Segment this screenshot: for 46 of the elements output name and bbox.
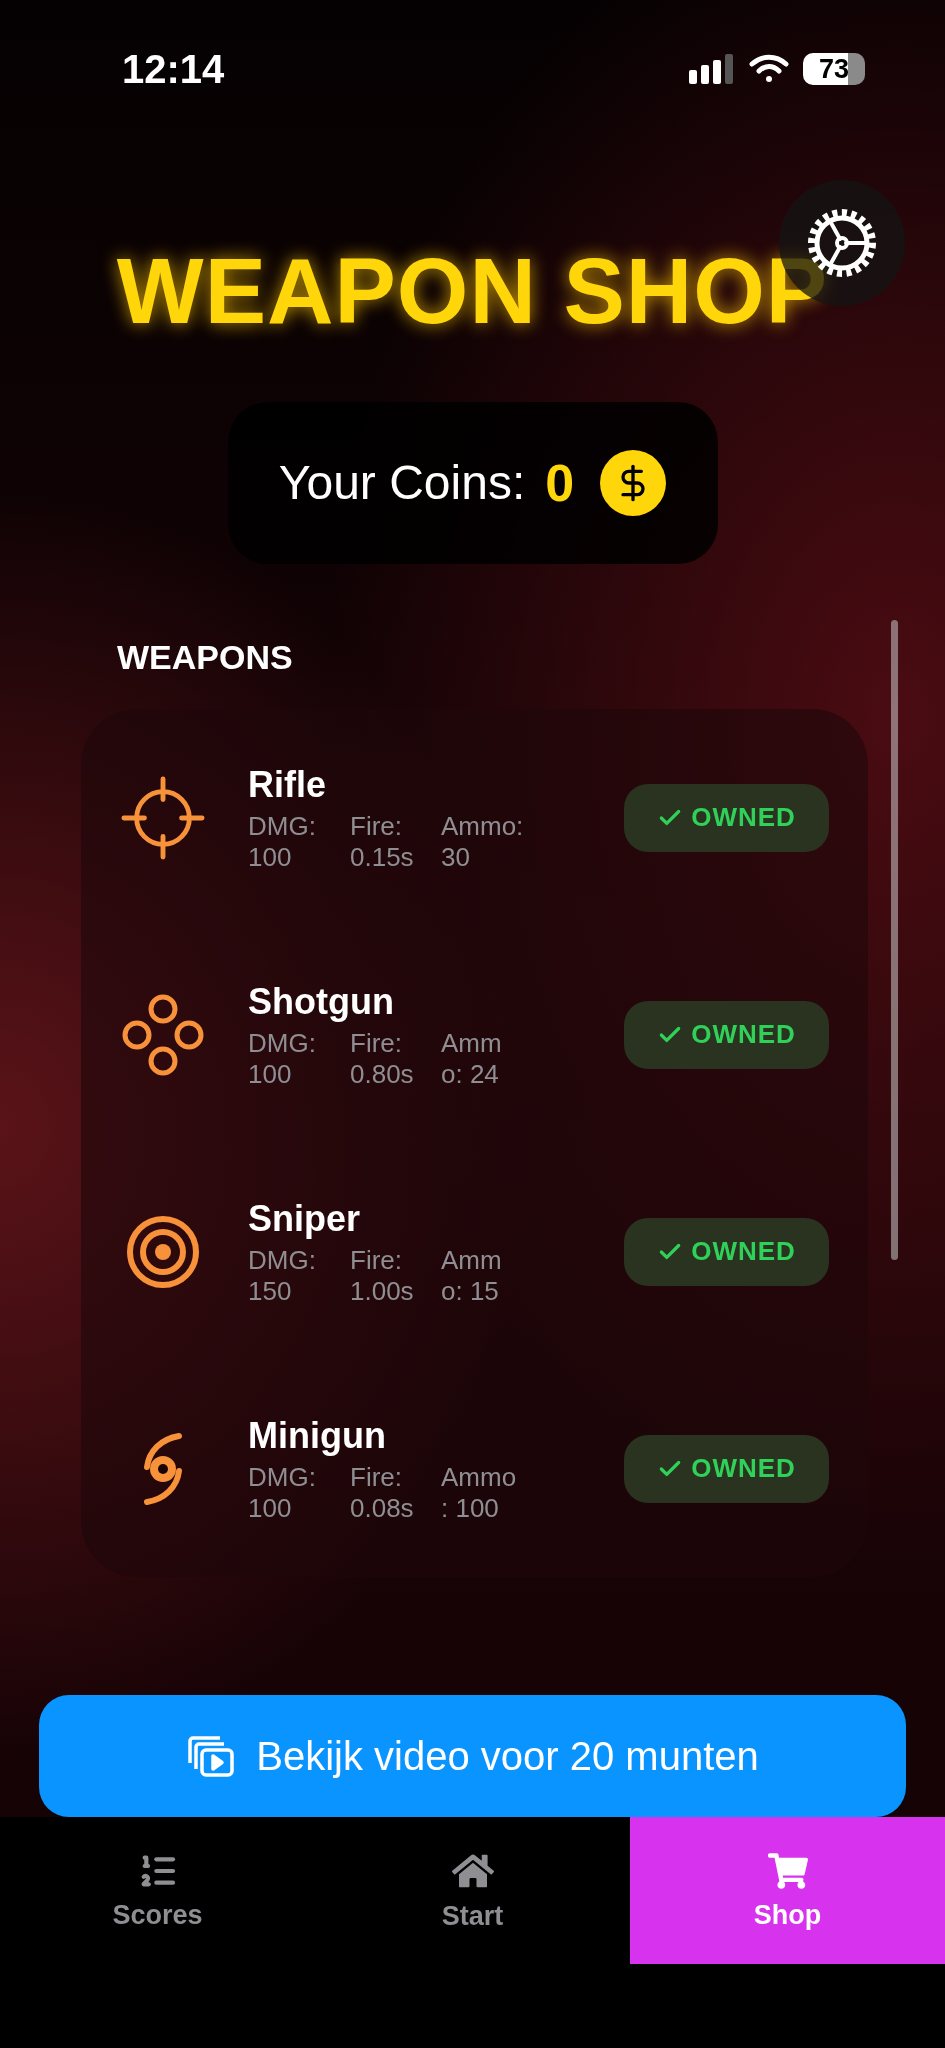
stat-label: Amm [441,1027,502,1059]
owned-button[interactable]: OWNED [624,783,829,852]
video-stack-icon [186,1735,235,1777]
stat-label: DMG: [248,1461,317,1493]
battery-indicator: 73 [803,53,865,85]
stat-value: 100 [248,1058,293,1090]
owned-button[interactable]: OWNED [624,1000,829,1069]
stat-value: o: 24 [441,1058,500,1090]
stat-label: Fire: [350,1244,403,1276]
stat-label: Fire: [350,1461,403,1493]
stat-label: Amm [441,1244,502,1276]
stat-label: DMG: [248,1244,317,1276]
target-icon [126,1214,200,1289]
weapon-name: Minigun [248,1413,387,1458]
stat-value: 100 [248,841,293,873]
stat-label: Fire: [350,810,403,842]
stat-value: 30 [441,841,471,873]
signal-icon [689,54,735,84]
crosshair-icon [121,774,205,861]
stat-value: 150 [248,1275,293,1307]
stat-value: 0.08s [350,1492,415,1524]
section-title: WEAPONS [117,637,293,677]
status-time: 12:14 [122,46,225,93]
stat-value: 0.80s [350,1058,415,1090]
wifi-icon [749,54,789,84]
stat-label: Ammo [441,1461,517,1493]
stat-value: 100 [248,1492,293,1524]
coins-label: Your Coins: [278,455,526,511]
coins-value: 0 [545,455,575,511]
cart-icon [767,1850,808,1891]
stat-label: DMG: [248,1027,317,1059]
weapon-name: Shotgun [248,979,395,1024]
page-title: WEAPON SHOP [116,239,829,344]
weapon-name: Sniper [248,1196,362,1241]
stat-value: 1.00s [350,1275,415,1307]
tab-bar-item[interactable]: Shop [630,1817,945,1964]
stat-label: Ammo: [441,810,524,842]
owned-button[interactable]: OWNED [624,1434,829,1503]
stat-value: 0.15s [350,841,415,873]
stat-value: : 100 [441,1492,500,1524]
stat-label: Fire: [350,1027,403,1059]
stat-label: DMG: [248,810,317,842]
weapon-name: Rifle [248,762,327,807]
four-circles-icon [121,992,205,1077]
stat-value: o: 15 [441,1275,500,1307]
owned-button[interactable]: OWNED [624,1217,829,1286]
